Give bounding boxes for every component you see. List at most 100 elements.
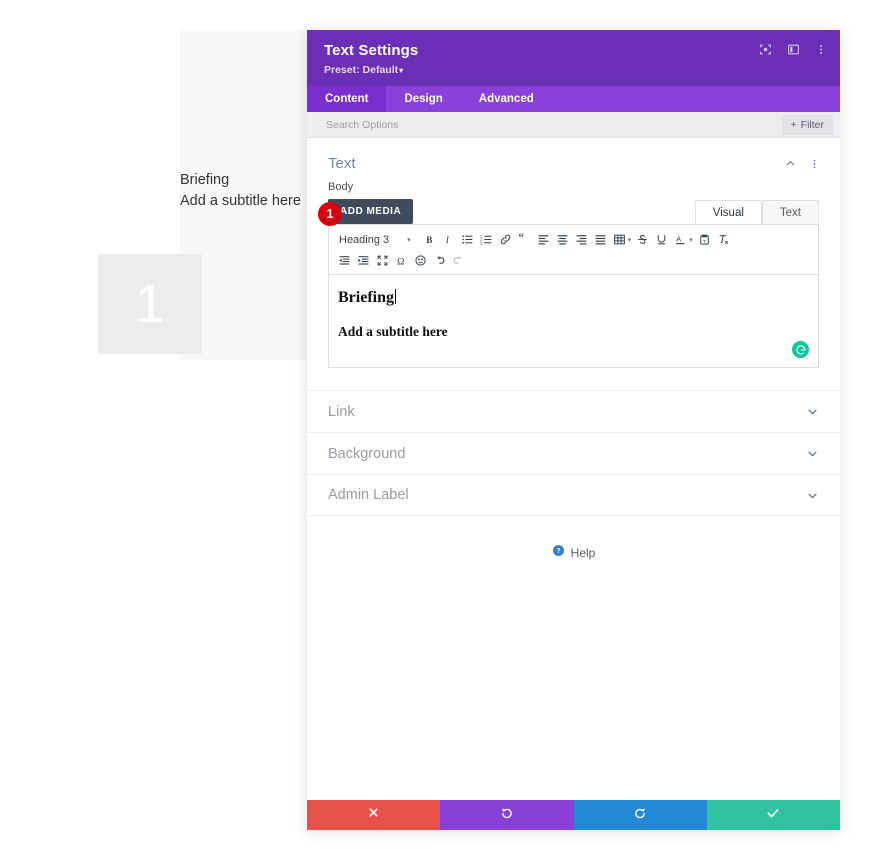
chevron-down-icon [806, 405, 819, 418]
undo-button[interactable] [440, 800, 574, 830]
step-badge-1: 1 [318, 202, 342, 226]
section-more-vertical-icon[interactable] [809, 158, 820, 170]
bold-icon[interactable]: B [420, 230, 439, 250]
accordion-row-admin-label[interactable]: Admin Label [307, 474, 840, 516]
help-label: Help [570, 546, 596, 560]
chevron-up-icon[interactable] [785, 158, 796, 169]
app-root: Briefing Add a subtitle here 1 Text Sett… [0, 0, 880, 863]
svg-text:T: T [703, 239, 706, 245]
grammarly-icon[interactable] [792, 341, 809, 358]
modal-title: Text Settings [324, 42, 419, 59]
clear-formatting-icon[interactable] [714, 230, 733, 250]
options-accordion: Link Background Admin Label [307, 390, 840, 516]
preset-label: Preset: Default [324, 64, 399, 76]
undo-icon [500, 806, 514, 825]
table-icon[interactable] [610, 230, 629, 250]
redo-icon [633, 806, 647, 825]
strikethrough-icon[interactable] [633, 230, 652, 250]
fullscreen-icon[interactable] [373, 251, 392, 271]
chevron-down-icon[interactable]: ▾ [628, 236, 632, 244]
tab-text[interactable]: Text [761, 200, 819, 224]
modal-footer [307, 800, 840, 830]
editor-toolbar: Heading 3 ▾ B I 1 2 3 “ ▾ A ▾ T Ω [328, 224, 819, 274]
modal-tabs: Content Design Advanced [307, 86, 840, 112]
modal-header-icons [759, 43, 827, 56]
editor-top-bar: ADD MEDIA Visual Text [328, 199, 819, 224]
link-icon[interactable] [496, 230, 515, 250]
editor-content-area[interactable]: Briefing Add a subtitle here [328, 274, 819, 368]
preview-number-label: 1 [134, 274, 166, 334]
italic-icon[interactable]: I [439, 230, 458, 250]
text-cursor [395, 289, 396, 304]
accordion-label: Link [328, 403, 355, 420]
svg-text:“: “ [518, 233, 524, 244]
body-editor: ADD MEDIA Visual Text Heading 3 ▾ B I 1 … [307, 199, 840, 368]
editor-paragraph-line[interactable]: Add a subtitle here [338, 324, 802, 340]
editor-heading-line[interactable]: Briefing [338, 289, 396, 307]
paste-as-text-icon[interactable]: T [695, 230, 714, 250]
text-section-header: Text [307, 138, 840, 181]
align-right-icon[interactable] [572, 230, 591, 250]
modal-body: Text Body ADD MEDIA Visual Text Heading … [307, 138, 840, 800]
indent-icon[interactable] [354, 251, 373, 271]
accordion-label: Background [328, 445, 406, 462]
body-field-label: Body [328, 181, 354, 193]
close-icon [367, 806, 380, 824]
tab-content[interactable]: Content [307, 86, 387, 112]
editor-toolbar-row-2: Ω [335, 250, 814, 271]
redo-icon[interactable] [449, 251, 468, 271]
format-select[interactable]: Heading 3 ▾ [335, 234, 415, 246]
discard-button[interactable] [307, 800, 441, 830]
redo-button[interactable] [573, 800, 707, 830]
editor-mode-tabs: Visual Text [694, 200, 819, 224]
svg-text:3: 3 [480, 241, 482, 245]
align-left-icon[interactable] [534, 230, 553, 250]
accordion-row-link[interactable]: Link [307, 390, 840, 432]
accordion-label: Admin Label [328, 487, 409, 503]
preview-number-block[interactable]: 1 [98, 254, 202, 354]
more-vertical-icon[interactable] [815, 43, 827, 56]
align-center-icon[interactable] [553, 230, 572, 250]
align-justify-icon[interactable] [591, 230, 610, 250]
focus-icon[interactable] [759, 43, 772, 56]
special-character-icon[interactable]: Ω [392, 251, 411, 271]
question-circle-icon: ? [552, 544, 565, 562]
tab-design[interactable]: Design [386, 86, 460, 112]
save-button[interactable] [706, 800, 840, 830]
search-options-input[interactable]: Search Options [326, 119, 398, 131]
filter-button[interactable]: + Filter [781, 114, 833, 135]
format-select-value: Heading 3 [339, 233, 390, 246]
preset-selector[interactable]: Preset: Default▾ [324, 64, 824, 76]
filter-button-label: Filter [800, 118, 824, 131]
emoji-icon[interactable] [411, 251, 430, 271]
chevron-down-icon [806, 447, 819, 460]
accordion-row-background[interactable]: Background [307, 432, 840, 474]
chevron-down-icon [806, 489, 819, 502]
tab-advanced[interactable]: Advanced [461, 86, 552, 112]
bulleted-list-icon[interactable] [458, 230, 477, 250]
chevron-down-icon: ▾ [407, 236, 411, 244]
underline-icon[interactable] [652, 230, 671, 250]
check-icon [766, 806, 780, 825]
modal-header: Text Settings Preset: Default▾ [307, 30, 840, 86]
chevron-down-icon[interactable]: ▾ [689, 236, 693, 244]
tab-visual[interactable]: Visual [694, 200, 762, 224]
search-options-bar: Search Options + Filter [307, 112, 840, 138]
blockquote-icon[interactable]: “ [515, 230, 534, 250]
svg-text:Ω: Ω [397, 256, 404, 267]
outdent-icon[interactable] [335, 251, 354, 271]
numbered-list-icon[interactable]: 1 2 3 [477, 230, 496, 250]
section-actions [785, 158, 820, 170]
panel-layout-icon[interactable] [787, 43, 800, 56]
svg-text:I: I [444, 235, 449, 245]
text-color-icon[interactable]: A [671, 230, 690, 250]
plus-icon: + [790, 118, 797, 131]
editor-heading-text: Briefing [338, 289, 394, 306]
help-link[interactable]: ? Help [307, 544, 840, 562]
svg-text:B: B [426, 235, 432, 245]
svg-text:A: A [676, 235, 682, 244]
section-title: Text [328, 155, 356, 172]
text-settings-modal: Text Settings Preset: Default▾ Content D… [307, 30, 840, 830]
undo-icon[interactable] [430, 251, 449, 271]
editor-toolbar-row-1: Heading 3 ▾ B I 1 2 3 “ ▾ A ▾ T [335, 229, 814, 250]
